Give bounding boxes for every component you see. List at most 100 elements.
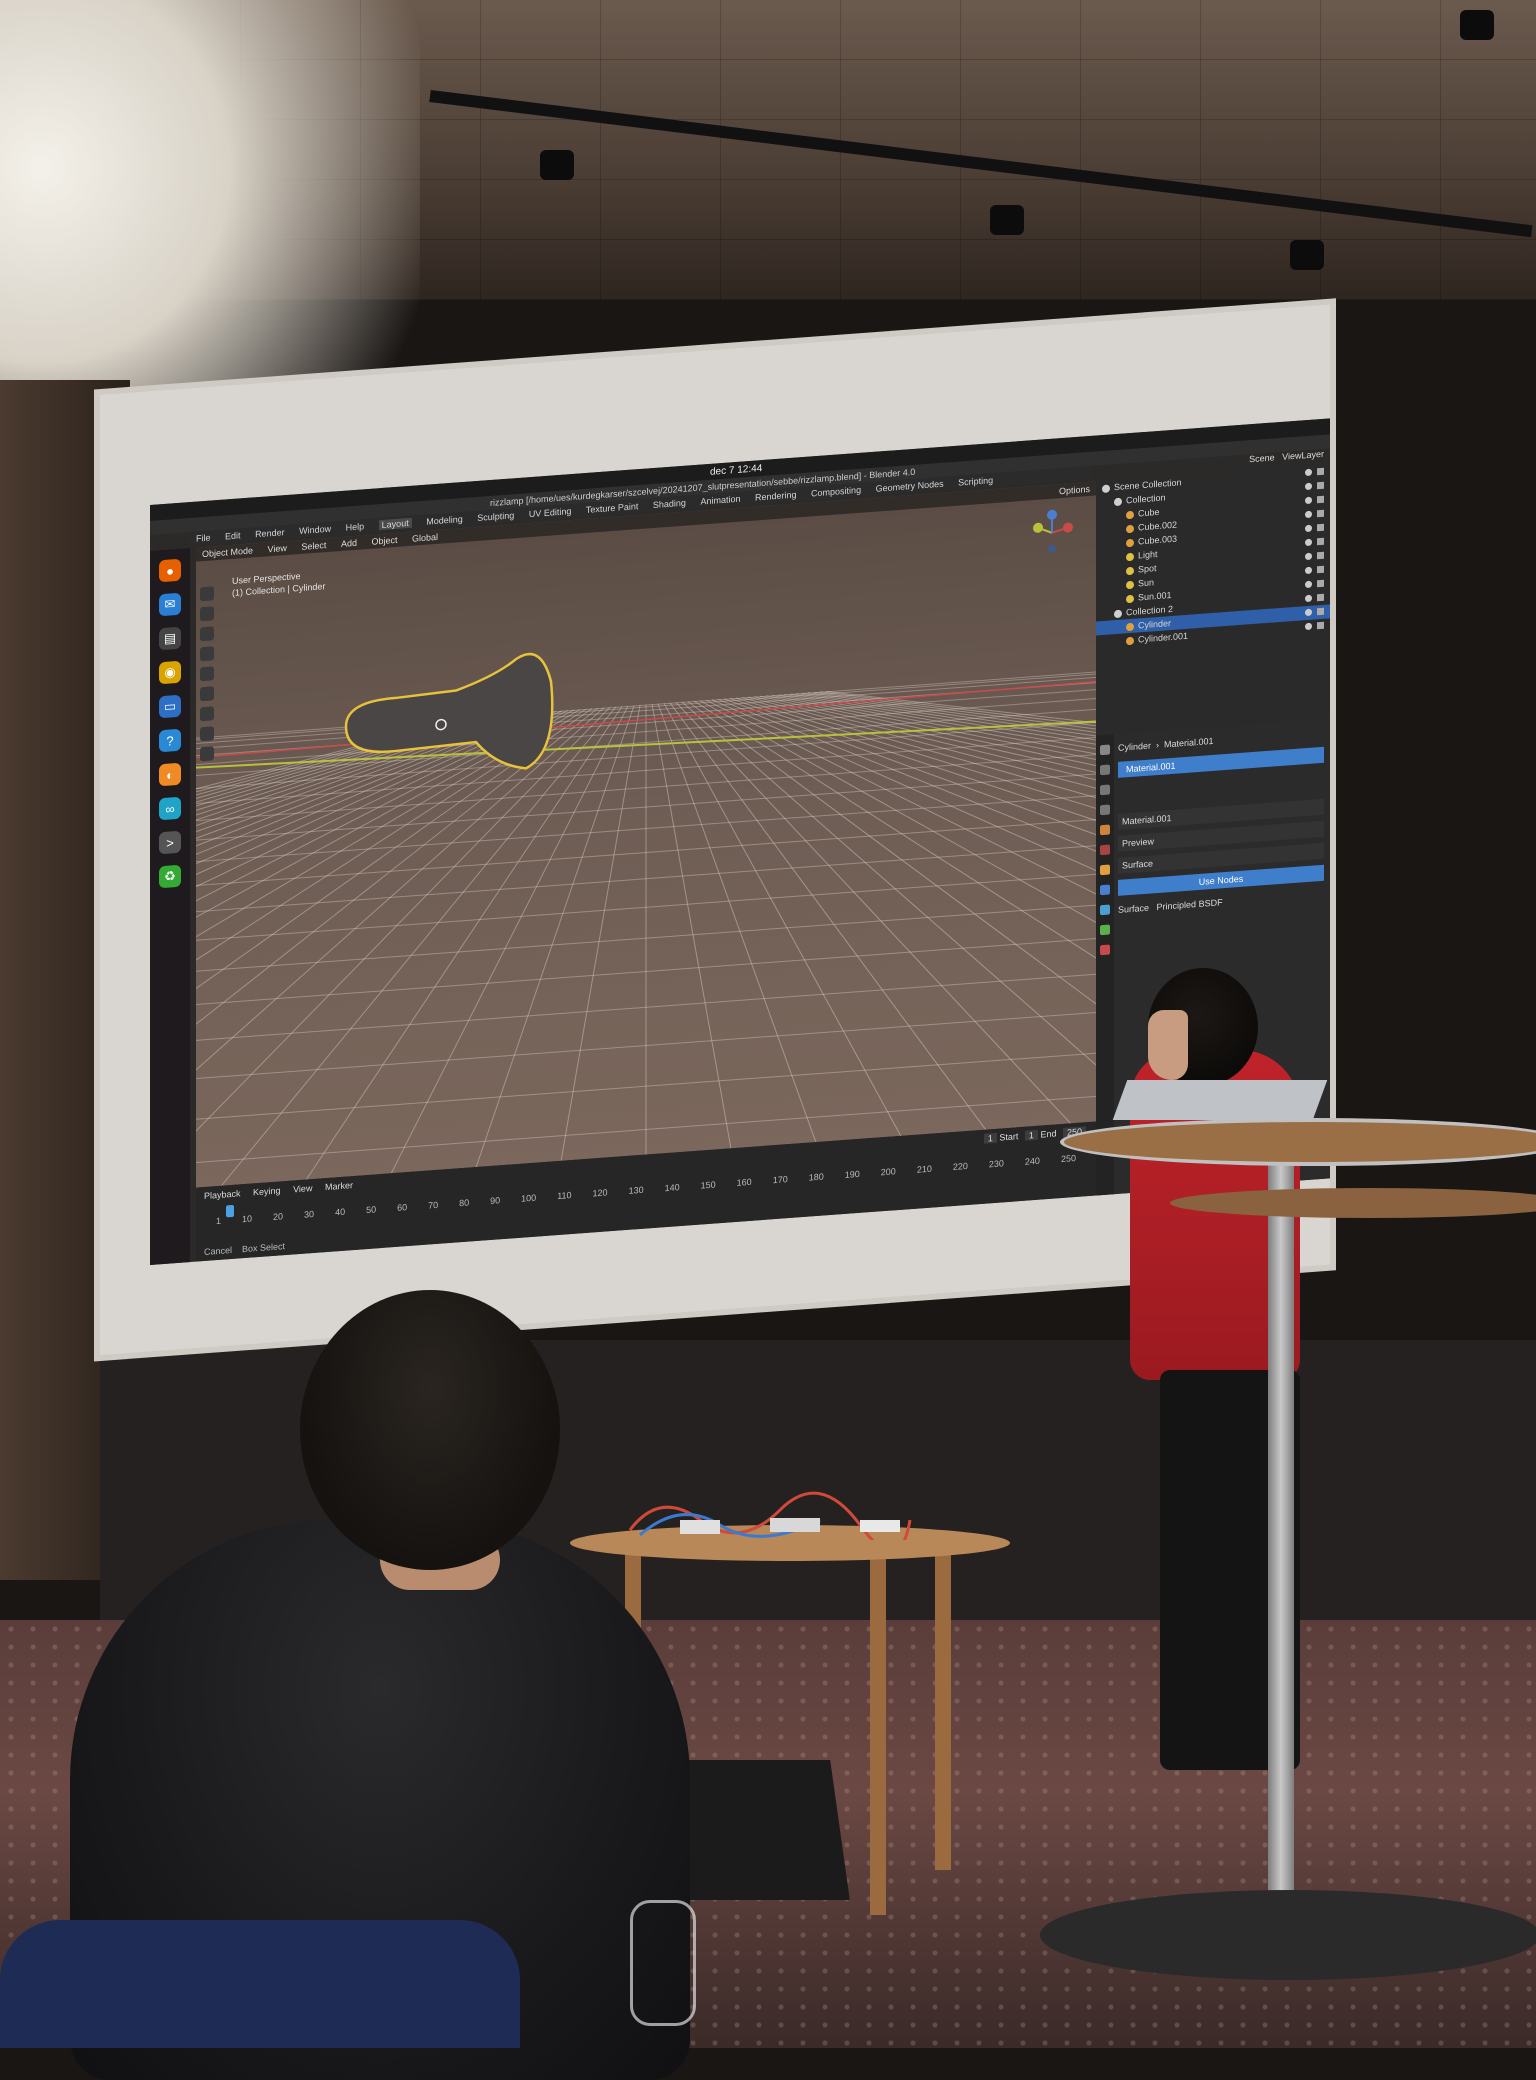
select-menu[interactable]: Select: [301, 540, 326, 552]
visibility-eye-icon[interactable]: [1305, 608, 1312, 617]
modifier-tab-icon[interactable]: [1100, 884, 1110, 896]
object-type-icon: [1126, 594, 1134, 603]
visibility-eye-icon[interactable]: [1305, 510, 1312, 519]
menu-edit[interactable]: Edit: [225, 530, 241, 541]
navigation-gizmo[interactable]: [1028, 507, 1076, 559]
rhythmbox-icon[interactable]: ◉: [159, 660, 181, 685]
current-frame-field[interactable]: 1: [983, 1132, 997, 1144]
render-camera-icon[interactable]: [1317, 565, 1324, 574]
world-tab-icon[interactable]: [1100, 844, 1110, 856]
visibility-eye-icon[interactable]: [1305, 594, 1312, 603]
frame-tick-label: 80: [459, 1197, 470, 1209]
outliner-row-label: Collection: [1126, 492, 1166, 506]
table-base: [1040, 1890, 1536, 1980]
rotate-tool-icon[interactable]: [200, 646, 214, 662]
visibility-eye-icon[interactable]: [1305, 468, 1312, 477]
object-tab-icon[interactable]: [1100, 864, 1110, 876]
view-layer-label: ViewLayer: [1282, 448, 1324, 462]
scale-tool-icon[interactable]: [200, 666, 214, 682]
render-camera-icon[interactable]: [1317, 537, 1324, 546]
status-box-select: Box Select: [242, 1241, 286, 1255]
visibility-eye-icon[interactable]: [1305, 566, 1312, 575]
visibility-eye-icon[interactable]: [1305, 496, 1312, 505]
tab-compositing[interactable]: Compositing: [811, 485, 861, 499]
visibility-eye-icon[interactable]: [1305, 580, 1312, 589]
render-camera-icon[interactable]: [1317, 481, 1324, 490]
tab-modeling[interactable]: Modeling: [426, 514, 463, 527]
scene-tab-icon[interactable]: [1100, 824, 1110, 836]
tab-shading[interactable]: Shading: [653, 498, 686, 510]
add-cube-tool-icon[interactable]: [200, 746, 214, 762]
menu-help[interactable]: Help: [346, 521, 365, 532]
start-frame-field[interactable]: 1: [1024, 1129, 1038, 1141]
output-tab-icon[interactable]: [1100, 784, 1110, 796]
render-tab-icon[interactable]: [1100, 764, 1110, 776]
grid-line: [759, 695, 1096, 1188]
measure-tool-icon[interactable]: [200, 726, 214, 742]
options-button[interactable]: Options: [1059, 484, 1090, 496]
select-tool-icon[interactable]: [200, 586, 214, 602]
render-camera-icon[interactable]: [1317, 467, 1324, 476]
render-camera-icon[interactable]: [1317, 509, 1324, 518]
firefox-icon[interactable]: ●: [159, 558, 181, 583]
grid-line: [651, 704, 767, 1188]
tab-animation[interactable]: Animation: [700, 494, 740, 507]
add-menu[interactable]: Add: [341, 538, 357, 549]
physics-tab-icon[interactable]: [1100, 904, 1110, 916]
view-layer-tab-icon[interactable]: [1100, 804, 1110, 816]
thunderbird-icon[interactable]: ✉: [159, 592, 181, 617]
outliner[interactable]: Scene Collection Collection Cube Cube.002 Cu…: [1096, 464, 1330, 732]
render-camera-icon[interactable]: [1317, 621, 1324, 630]
visibility-eye-icon[interactable]: [1305, 482, 1312, 491]
object-mode-dropdown[interactable]: Object Mode: [202, 545, 253, 559]
view-menu[interactable]: View: [268, 543, 287, 554]
tab-texture-paint[interactable]: Texture Paint: [586, 501, 639, 515]
menu-window[interactable]: Window: [299, 524, 331, 536]
marker-menu[interactable]: Marker: [325, 1180, 353, 1192]
side-table-leg: [935, 1550, 951, 1870]
blender-icon[interactable]: ◐: [159, 762, 181, 787]
tab-rendering[interactable]: Rendering: [755, 490, 797, 503]
render-camera-icon[interactable]: [1317, 523, 1324, 532]
frame-tick-label: 60: [397, 1202, 408, 1213]
terminal-icon[interactable]: >: [159, 830, 181, 855]
outliner-row-label: Cube.003: [1138, 533, 1178, 547]
render-camera-icon[interactable]: [1317, 495, 1324, 504]
tab-geometry-nodes[interactable]: Geometry Nodes: [876, 479, 944, 494]
transform-orientation[interactable]: Global: [412, 532, 438, 544]
data-tab-icon[interactable]: [1100, 924, 1110, 936]
keying-menu[interactable]: Keying: [253, 1185, 281, 1197]
tool-tab-icon[interactable]: [1100, 744, 1110, 756]
surface-shader-dropdown[interactable]: Principled BSDF: [1157, 897, 1223, 912]
3d-viewport[interactable]: Object Mode View Select Add Object Globa…: [196, 481, 1096, 1188]
render-camera-icon[interactable]: [1317, 607, 1324, 616]
material-tab-icon[interactable]: [1100, 944, 1110, 956]
files-icon[interactable]: ▤: [159, 626, 181, 651]
visibility-eye-icon[interactable]: [1305, 622, 1312, 631]
visibility-eye-icon[interactable]: [1305, 524, 1312, 533]
playback-menu[interactable]: Playback: [204, 1188, 241, 1201]
timeline-view-menu[interactable]: View: [293, 1183, 312, 1194]
menu-render[interactable]: Render: [255, 527, 285, 539]
trash-icon[interactable]: ♻: [159, 864, 181, 889]
render-camera-icon[interactable]: [1317, 551, 1324, 560]
annotate-tool-icon[interactable]: [200, 706, 214, 722]
cursor-tool-icon[interactable]: [200, 606, 214, 622]
move-tool-icon[interactable]: [200, 626, 214, 642]
menu-file[interactable]: File: [196, 533, 211, 544]
table-pole: [1268, 1150, 1294, 1930]
arduino-icon[interactable]: ∞: [159, 796, 181, 821]
help-icon[interactable]: ?: [159, 728, 181, 753]
render-camera-icon[interactable]: [1317, 579, 1324, 588]
breadcrumb-object: Cylinder: [1118, 740, 1152, 753]
tab-layout[interactable]: Layout: [378, 517, 412, 531]
object-menu[interactable]: Object: [371, 535, 397, 547]
tab-scripting[interactable]: Scripting: [958, 475, 993, 488]
transform-tool-icon[interactable]: [200, 686, 214, 702]
visibility-eye-icon[interactable]: [1305, 552, 1312, 561]
tab-uv-editing[interactable]: UV Editing: [529, 506, 572, 519]
visibility-eye-icon[interactable]: [1305, 538, 1312, 547]
render-camera-icon[interactable]: [1317, 593, 1324, 602]
writer-icon[interactable]: ▭: [159, 694, 181, 719]
tab-sculpting[interactable]: Sculpting: [477, 510, 514, 523]
